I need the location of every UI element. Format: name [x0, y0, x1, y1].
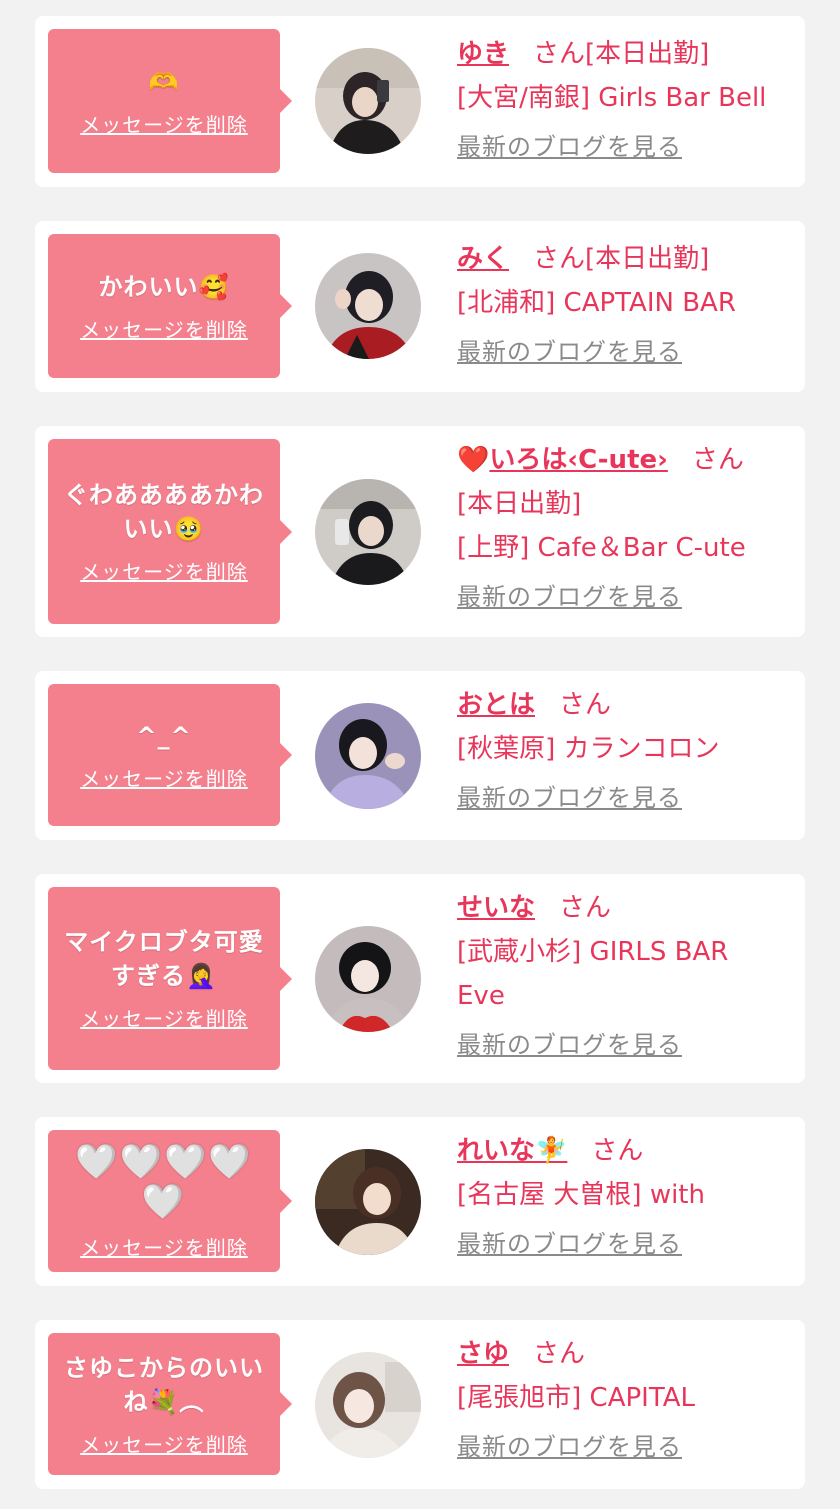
shop-name: [秋葉原] カランコロン	[457, 734, 720, 764]
message-text: 🤍🤍🤍🤍🤍	[75, 1141, 253, 1222]
shop-name: [尾張旭市] CAPITAL	[457, 1383, 695, 1413]
cast-info: ❤️いろは‹C-ute› さん [本日出勤] [上野] Cafe＆Bar C-ut…	[457, 438, 791, 614]
delete-message-link[interactable]: メッセージを削除	[80, 109, 248, 138]
shop-name: [武蔵小杉] GIRLS BAR Eve	[457, 937, 729, 1011]
latest-blog-link[interactable]: 最新のブログを見る	[457, 335, 682, 369]
message-bubble: さゆこからのいいね💐︵ メッセージを削除	[48, 1333, 292, 1475]
message-text: さゆこからのいいね💐︵	[64, 1353, 264, 1416]
cast-info: みく さん[本日出勤] [北浦和] CAPTAIN BAR 最新のブログを見る	[457, 237, 791, 369]
delete-message-link[interactable]: メッセージを削除	[80, 1003, 248, 1032]
message-bubble: 🤍🤍🤍🤍🤍 メッセージを削除	[48, 1130, 292, 1272]
list-item: 🤍🤍🤍🤍🤍 メッセージを削除 れいな🧚 さん [名古屋 大曽根] with 最新の…	[35, 1117, 805, 1286]
cast-name-link[interactable]: さゆ	[457, 1339, 509, 1369]
latest-blog-link[interactable]: 最新のブログを見る	[457, 580, 682, 614]
cast-info: ゆき さん[本日出勤] [大宮/南銀] Girls Bar Bell 最新のブログ…	[457, 32, 791, 164]
message-text: ぐわああああかわいい🥹	[64, 481, 264, 543]
cast-name-link[interactable]: おとは	[457, 690, 535, 720]
list-item: さゆこからのいいね💐︵ メッセージを削除 さゆ さん [尾張旭市] CAPITAL…	[35, 1320, 805, 1489]
latest-blog-link[interactable]: 最新のブログを見る	[457, 1028, 682, 1062]
latest-blog-link[interactable]: 最新のブログを見る	[457, 1430, 682, 1464]
delete-message-link[interactable]: メッセージを削除	[80, 1429, 248, 1458]
delete-message-link[interactable]: メッセージを削除	[80, 1232, 248, 1261]
message-bubble: 🫶 メッセージを削除	[48, 29, 292, 173]
list-item: ^_^ メッセージを削除 おとは さん [秋葉原] カランコロン 最新のブログを見…	[35, 671, 805, 840]
latest-blog-link[interactable]: 最新のブログを見る	[457, 781, 682, 815]
cast-info: おとは さん [秋葉原] カランコロン 最新のブログを見る	[457, 683, 791, 815]
cast-info: せいな さん [武蔵小杉] GIRLS BAR Eve 最新のブログを見る	[457, 886, 791, 1062]
status-badge: [本日出勤]	[585, 39, 710, 69]
message-bubble: ぐわああああかわいい🥹 メッセージを削除	[48, 439, 292, 624]
cast-name-link[interactable]: せいな	[457, 893, 535, 923]
latest-blog-link[interactable]: 最新のブログを見る	[457, 130, 682, 164]
favorites-list: 🫶 メッセージを削除 ゆき さん[本日出勤] [大宮/南銀] Girls Bar …	[0, 0, 840, 1509]
message-text: 🫶	[148, 67, 180, 96]
cast-name-link[interactable]: みく	[457, 244, 509, 274]
honorific: さん	[533, 244, 586, 274]
list-item: マイクロブタ可愛すぎる🤦‍♀️ メッセージを削除 せいな さん [武蔵小杉] GI…	[35, 874, 805, 1083]
honorific: さん	[591, 1136, 644, 1166]
cast-info: れいな🧚 さん [名古屋 大曽根] with 最新のブログを見る	[457, 1129, 791, 1261]
delete-message-link[interactable]: メッセージを削除	[80, 763, 248, 792]
message-text: かわいい🥰	[98, 272, 230, 301]
avatar[interactable]	[315, 253, 421, 359]
list-item: ぐわああああかわいい🥹 メッセージを削除 ❤️いろは‹C-ute› さん [本日出…	[35, 426, 805, 637]
latest-blog-link[interactable]: 最新のブログを見る	[457, 1227, 682, 1261]
status-badge: [本日出勤]	[457, 489, 582, 519]
message-bubble: ^_^ メッセージを削除	[48, 684, 292, 826]
message-text: ^_^	[136, 721, 192, 750]
cast-name-link[interactable]: ゆき	[457, 39, 509, 69]
list-item: 🫶 メッセージを削除 ゆき さん[本日出勤] [大宮/南銀] Girls Bar …	[35, 16, 805, 187]
avatar[interactable]	[315, 1352, 421, 1458]
list-item: かわいい🥰 メッセージを削除 みく さん[本日出勤] [北浦和] CAPTAIN …	[35, 221, 805, 392]
honorific: さん	[533, 1339, 586, 1369]
honorific: さん	[691, 445, 744, 475]
shop-name: [上野] Cafe＆Bar C-ute	[457, 533, 746, 563]
avatar[interactable]	[315, 1149, 421, 1255]
honorific: さん	[559, 893, 612, 923]
heart-icon: ❤️	[457, 445, 490, 475]
message-bubble: かわいい🥰 メッセージを削除	[48, 234, 292, 378]
avatar[interactable]	[315, 703, 421, 809]
shop-name: [名古屋 大曽根] with	[457, 1180, 705, 1210]
honorific: さん	[533, 39, 586, 69]
delete-message-link[interactable]: メッセージを削除	[80, 556, 248, 585]
delete-message-link[interactable]: メッセージを削除	[80, 314, 248, 343]
cast-name-link[interactable]: いろは‹C-ute›	[489, 445, 667, 475]
cast-info: さゆ さん [尾張旭市] CAPITAL 最新のブログを見る	[457, 1332, 791, 1464]
message-text: マイクロブタ可愛すぎる🤦‍♀️	[64, 928, 264, 990]
shop-name: [大宮/南銀] Girls Bar Bell	[457, 83, 767, 113]
honorific: さん	[559, 690, 612, 720]
message-bubble: マイクロブタ可愛すぎる🤦‍♀️ メッセージを削除	[48, 887, 292, 1070]
shop-name: [北浦和] CAPTAIN BAR	[457, 288, 736, 318]
cast-name-link[interactable]: れいな🧚	[457, 1136, 567, 1166]
avatar[interactable]	[315, 926, 421, 1032]
status-badge: [本日出勤]	[585, 244, 710, 274]
avatar[interactable]	[315, 479, 421, 585]
avatar[interactable]	[315, 48, 421, 154]
